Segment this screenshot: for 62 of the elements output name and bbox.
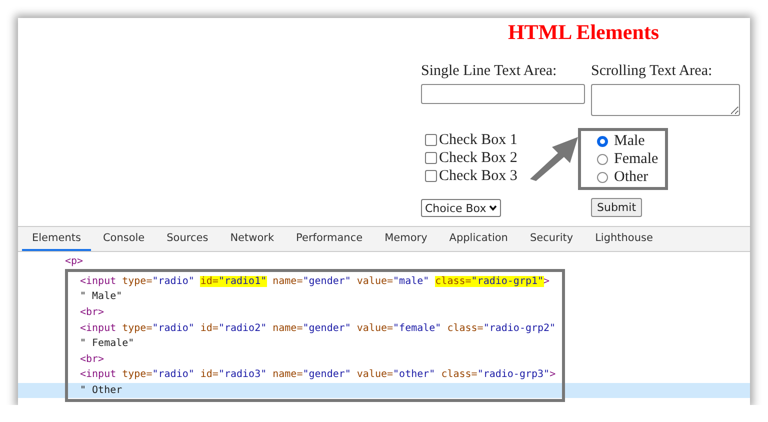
code-attribute: value="male" bbox=[356, 276, 430, 287]
devtools-tab[interactable]: Lighthouse bbox=[585, 227, 663, 251]
devtools-tab[interactable]: Security bbox=[520, 227, 584, 251]
code-attribute: class="radio-grp2" bbox=[447, 322, 556, 334]
radio-label: Other bbox=[614, 168, 648, 186]
code-line[interactable]: <input type="radio" id="radio1" name="gender" value="male" class="radio-grp1"> bbox=[18, 274, 750, 290]
code-attribute: name="gender" bbox=[272, 276, 351, 287]
code-attribute: class="radio-grp3" bbox=[441, 369, 550, 380]
code-attribute: value="female" bbox=[356, 322, 442, 334]
devtools-tab[interactable]: Memory bbox=[374, 227, 438, 251]
code-tag: > bbox=[544, 276, 550, 287]
radio-button[interactable] bbox=[597, 154, 608, 164]
code-attribute: name="gender" bbox=[272, 369, 351, 380]
code-attribute: type="radio" bbox=[122, 369, 194, 380]
radio-label: Male bbox=[614, 132, 645, 150]
code-tag: <p> bbox=[65, 256, 84, 268]
code-line[interactable]: <br> bbox=[18, 352, 750, 368]
checkbox-label: Check Box 2 bbox=[439, 150, 518, 166]
radio-button[interactable] bbox=[597, 136, 608, 146]
submit-button[interactable]: Submit bbox=[591, 198, 642, 217]
code-text: " Male" bbox=[80, 291, 122, 302]
code-line[interactable]: <input type="radio" id="radio2" name="gender" value="female" class="radio-grp2" bbox=[18, 320, 750, 336]
radio-label: Female bbox=[614, 150, 658, 168]
page-title: HTML Elements bbox=[506, 20, 660, 45]
field-label: Scrolling Text Area: bbox=[591, 63, 712, 80]
code-attribute: name="gender" bbox=[272, 322, 351, 334]
code-attribute: id="radio1" bbox=[200, 276, 267, 287]
code-attribute: id="radio3" bbox=[200, 369, 267, 380]
code-tag: <input bbox=[80, 276, 116, 287]
code-tag: <input bbox=[80, 369, 116, 380]
code-tag: <br> bbox=[80, 307, 104, 318]
code-tag: <br> bbox=[80, 354, 104, 365]
checkbox[interactable] bbox=[425, 152, 437, 164]
code-tag: <input bbox=[80, 322, 116, 334]
text-field[interactable] bbox=[421, 84, 585, 104]
code-line[interactable]: <input type="radio" id="radio3" name="gender" value="other" class="radio-grp3"> bbox=[18, 367, 750, 383]
code-text: " Other bbox=[80, 385, 122, 396]
code-line[interactable]: " Male" bbox=[18, 289, 750, 305]
code-text: " Female" bbox=[80, 338, 134, 350]
checkbox-label: Check Box 1 bbox=[439, 132, 518, 148]
code-line[interactable]: " Female" bbox=[18, 336, 750, 352]
code-attribute: type="radio" bbox=[122, 276, 194, 287]
checkbox[interactable] bbox=[425, 134, 437, 146]
checkbox[interactable] bbox=[425, 170, 437, 182]
devtools-tab[interactable]: Sources bbox=[156, 227, 218, 251]
devtools-tab[interactable]: Console bbox=[92, 227, 155, 251]
devtools-tab[interactable]: Performance bbox=[286, 227, 373, 251]
devtools-tab[interactable]: Application bbox=[439, 227, 518, 251]
code-tag: > bbox=[550, 369, 556, 380]
radio-button[interactable] bbox=[597, 172, 608, 182]
code-attribute: class="radio-grp1" bbox=[435, 276, 544, 287]
field-label: Single Line Text Area: bbox=[421, 63, 557, 80]
code-line[interactable]: <br> bbox=[18, 304, 750, 320]
code-attribute: id="radio2" bbox=[200, 322, 267, 334]
chevron-icon bbox=[489, 205, 498, 211]
checkbox-label: Check Box 3 bbox=[439, 168, 518, 184]
devtools-tab[interactable]: Elements bbox=[22, 227, 91, 251]
code-attribute: value="other" bbox=[356, 369, 436, 380]
devtools-tab[interactable]: Network bbox=[220, 227, 284, 251]
text-area[interactable] bbox=[591, 84, 740, 116]
choice-dropdown[interactable]: Choice Box bbox=[421, 199, 502, 217]
code-attribute: type="radio" bbox=[122, 322, 194, 334]
